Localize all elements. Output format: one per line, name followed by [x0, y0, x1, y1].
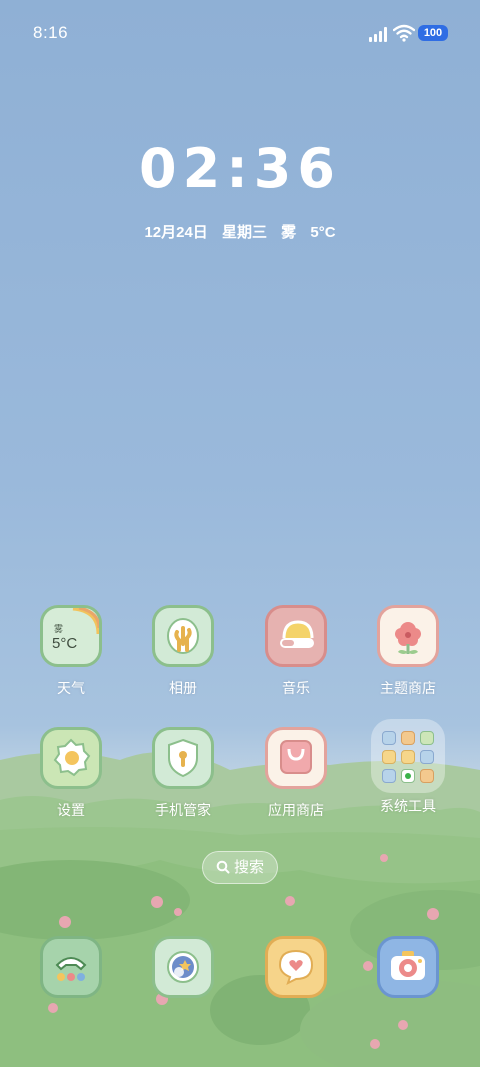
music-icon: [265, 605, 327, 667]
date-label: 12月24日: [144, 224, 208, 241]
app-weather[interactable]: 雾 5°C 天气: [16, 605, 126, 698]
weather-label: 雾: [281, 224, 297, 241]
app-label: 音乐: [282, 680, 310, 696]
temperature-label: 5°C: [310, 224, 336, 241]
date-weather-line[interactable]: 12月24日 星期三 雾 5°C: [0, 221, 480, 242]
app-app-store[interactable]: 应用商店: [241, 727, 351, 820]
app-label: 手机管家: [155, 802, 211, 818]
app-gallery[interactable]: 相册: [128, 605, 238, 698]
weather-widget-temp: 5°C: [52, 635, 78, 652]
app-music[interactable]: 音乐: [241, 605, 351, 698]
theme-store-icon: [377, 605, 439, 667]
status-time: 8:16: [33, 23, 69, 42]
app-label: 设置: [57, 802, 85, 818]
app-settings[interactable]: 设置: [16, 727, 126, 820]
app-store-icon: [265, 727, 327, 789]
app-label: 系统工具: [380, 798, 436, 814]
dock-messages[interactable]: [241, 936, 351, 998]
search-icon: [216, 860, 230, 874]
app-label: 相册: [169, 680, 197, 696]
dock-camera[interactable]: [353, 936, 463, 998]
app-label: 主题商店: [380, 680, 436, 696]
browser-icon: [152, 936, 214, 998]
app-label: 应用商店: [268, 802, 324, 818]
system-tools-folder: [371, 719, 445, 793]
signal-icon: [369, 26, 389, 42]
search-button[interactable]: 搜索: [202, 851, 278, 884]
app-theme-store[interactable]: 主题商店: [353, 605, 463, 698]
weather-widget-condition: 雾: [54, 624, 64, 634]
weekday-label: 星期三: [221, 224, 267, 241]
gallery-icon: [152, 605, 214, 667]
app-phone-manager[interactable]: 手机管家: [128, 727, 238, 820]
clock-widget[interactable]: 02:36: [0, 137, 480, 200]
phone-manager-icon: [152, 727, 214, 789]
phone-icon: [40, 936, 102, 998]
status-bar: 8:16 100: [0, 0, 480, 64]
search-label: 搜索: [233, 859, 264, 876]
weather-icon: 雾 5°C: [40, 605, 102, 667]
dock-browser[interactable]: [128, 936, 238, 998]
battery-indicator: 100: [418, 25, 448, 41]
camera-icon: [377, 936, 439, 998]
messages-icon: [265, 936, 327, 998]
app-label: 天气: [57, 680, 85, 696]
folder-system-tools[interactable]: 系统工具: [353, 719, 463, 816]
wifi-icon: [393, 24, 415, 42]
dock-phone[interactable]: [16, 936, 126, 998]
settings-icon: [40, 727, 102, 789]
